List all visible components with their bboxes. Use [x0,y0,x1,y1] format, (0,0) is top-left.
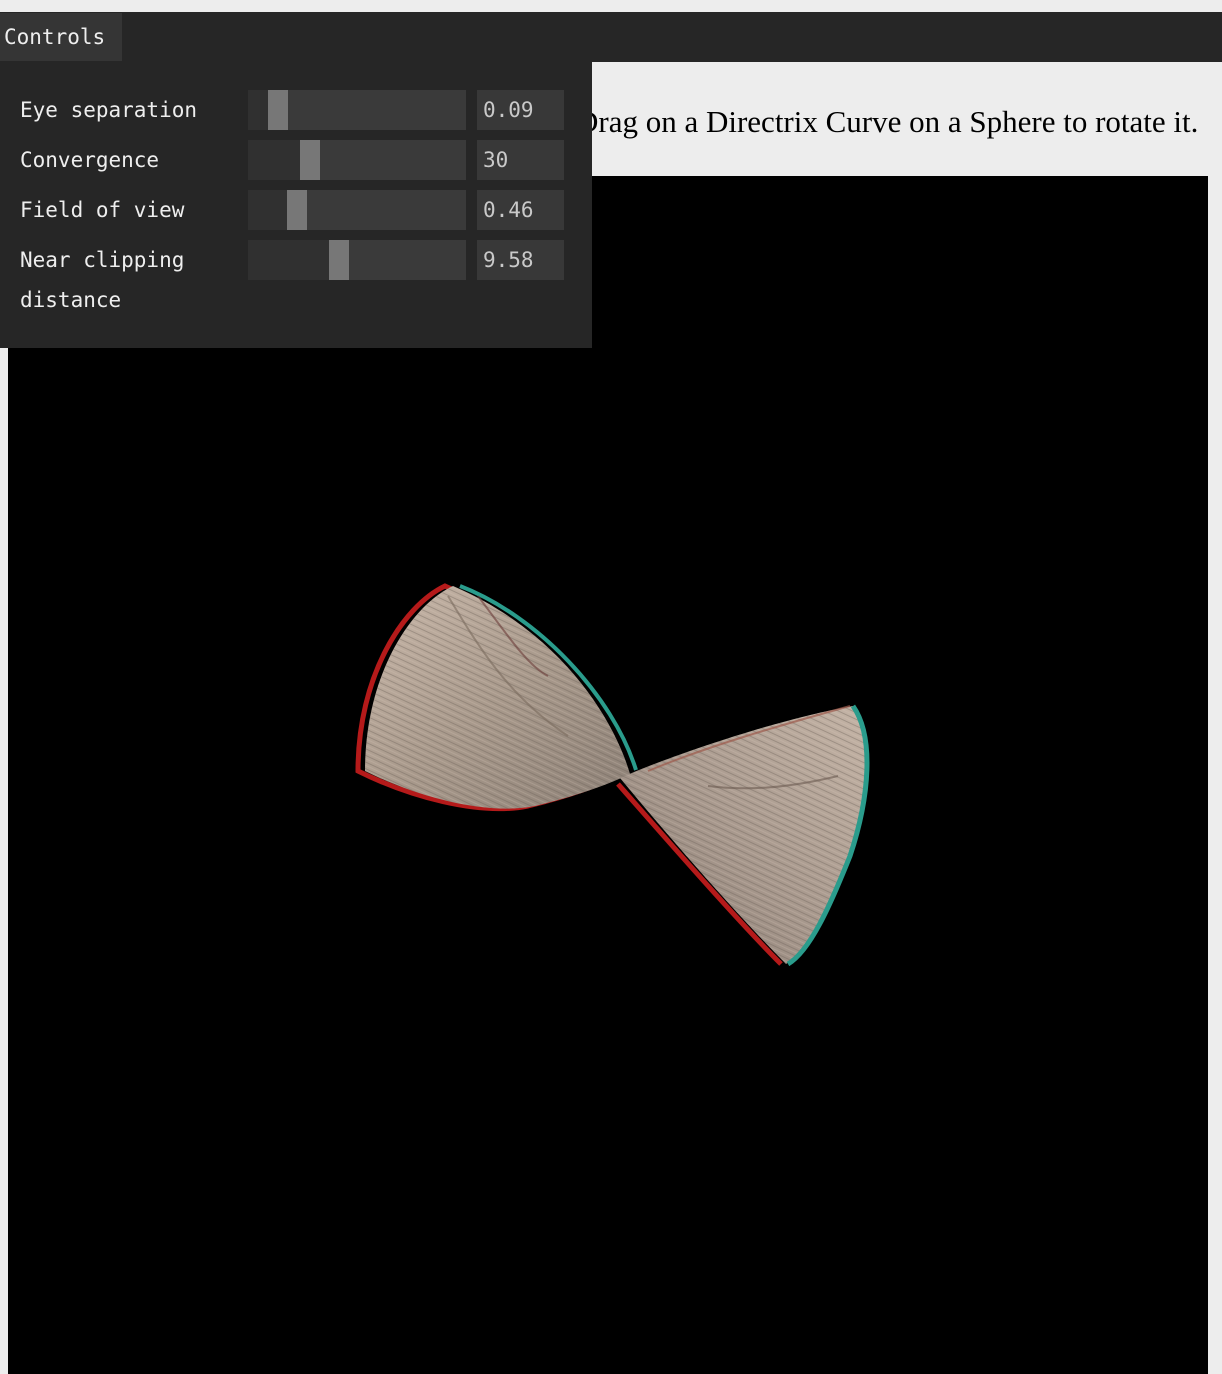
slider-thumb[interactable] [300,140,320,180]
slider-fill [248,240,329,280]
controls-panel: Eye separation Convergence Field of view [0,62,592,348]
slider-fill [248,190,287,230]
eye-separation-input[interactable] [477,90,564,130]
slider-thumb[interactable] [268,90,288,130]
convergence-label: Convergence [20,148,160,172]
near-clipping-input[interactable] [477,240,564,280]
near-clipping-label: Near clipping distance [20,248,185,312]
eye-separation-slider[interactable] [248,90,466,130]
control-row-eye-separation: Eye separation [0,90,592,130]
controls-titlebar [0,12,1222,62]
page: Drag on a Directrix Curve on a Sphere to… [0,0,1222,1374]
intro-text-content: Drag on a Directrix Curve on a Sphere to… [592,104,1199,139]
field-of-view-slider[interactable] [248,190,466,230]
top-margin [0,0,1222,12]
field-of-view-input[interactable] [477,190,564,230]
convergence-input[interactable] [477,140,564,180]
near-clipping-slider[interactable] [248,240,466,280]
slider-fill [248,90,268,130]
slider-fill [248,140,300,180]
control-row-convergence: Convergence [0,140,592,180]
field-of-view-label: Field of view [20,198,185,222]
stereo-canvas[interactable] [8,176,1208,1374]
intro-text: Drag on a Directrix Curve on a Sphere to… [592,104,1212,148]
control-row-field-of-view: Field of view [0,190,592,230]
convergence-slider[interactable] [248,140,466,180]
slider-thumb[interactable] [329,240,349,280]
slider-thumb[interactable] [287,190,307,230]
control-row-near-clipping: Near clipping distance [0,240,592,320]
controls-toggle-button[interactable]: Controls [0,13,122,61]
eye-separation-label: Eye separation [20,98,198,122]
anaglyph-ruled-surface[interactable] [8,176,1208,1374]
